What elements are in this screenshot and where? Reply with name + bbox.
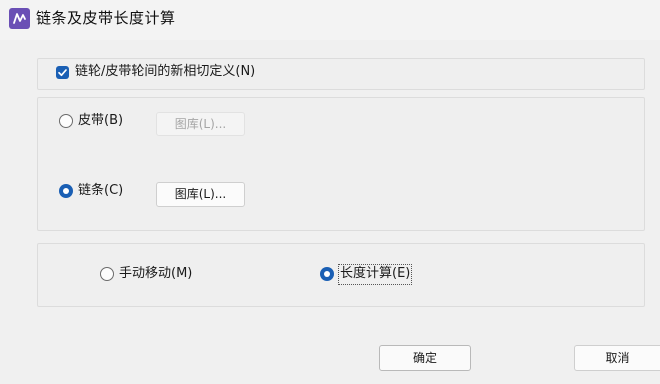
window-title: 链条及皮带长度计算 — [36, 9, 176, 27]
title-bar: 链条及皮带长度计算 — [0, 0, 660, 40]
chain-label[interactable]: 链条(C) — [78, 183, 123, 199]
chain-library-button[interactable]: 图库(L)... — [156, 182, 245, 207]
ok-button[interactable]: 确定 — [379, 345, 471, 371]
new-tangent-checkbox[interactable] — [56, 66, 69, 79]
chain-radio[interactable] — [59, 184, 73, 198]
type-group — [37, 97, 645, 231]
chain-belt-length-dialog: 链条及皮带长度计算 链轮/皮带轮间的新相切定义(N) 皮带(B) 图库(L)..… — [0, 0, 660, 384]
length-calc-radio[interactable] — [320, 267, 334, 281]
belt-label[interactable]: 皮带(B) — [78, 113, 123, 129]
belt-library-button[interactable]: 图库(L)... — [156, 112, 245, 136]
cancel-button[interactable]: 取消 — [574, 345, 660, 371]
belt-radio[interactable] — [59, 114, 73, 128]
new-tangent-label[interactable]: 链轮/皮带轮间的新相切定义(N) — [75, 64, 255, 80]
length-calc-label[interactable]: 长度计算(E) — [340, 266, 410, 282]
manual-move-radio[interactable] — [100, 267, 114, 281]
manual-move-label[interactable]: 手动移动(M) — [119, 266, 192, 282]
app-icon — [9, 8, 30, 29]
